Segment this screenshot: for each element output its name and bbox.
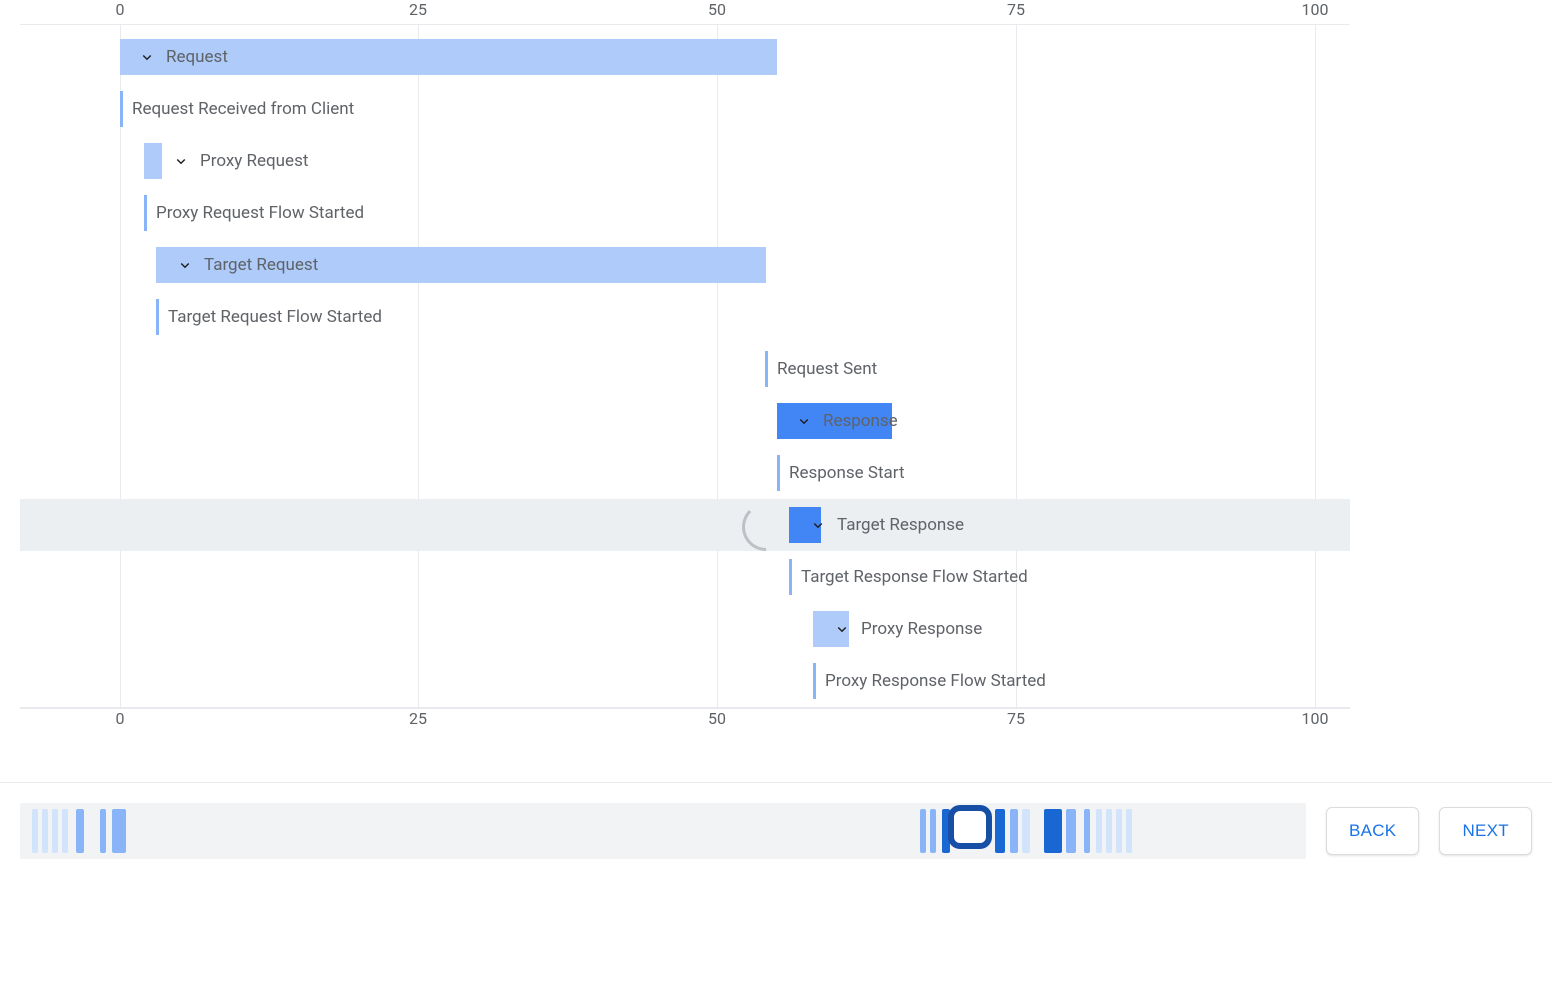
row-label: Proxy Request Flow Started [156, 203, 364, 223]
row-label: Response [823, 411, 898, 431]
row-label: Target Response Flow Started [801, 567, 1028, 587]
chevron-down-icon [795, 412, 813, 430]
row-label: Proxy Response [861, 619, 982, 639]
row-label: Proxy Request [200, 151, 308, 171]
row-request-sent[interactable]: Request Sent [20, 343, 1350, 395]
chevron-down-icon [176, 256, 194, 274]
chevron-down-icon [172, 152, 190, 170]
axis-tick: 25 [409, 0, 427, 19]
axis-tick: 0 [116, 0, 125, 19]
row-target-response-flow[interactable]: Target Response Flow Started [20, 551, 1350, 603]
row-label: Proxy Response Flow Started [825, 671, 1046, 691]
row-label: Request [166, 47, 228, 67]
axis-tick: 75 [1007, 709, 1025, 728]
row-label: Response Start [789, 463, 905, 483]
row-proxy-response[interactable]: Proxy Response [20, 603, 1350, 655]
row-target-response[interactable]: Target Response [20, 499, 1350, 551]
trace-timeline: 0 25 50 75 100 Request Reques [20, 0, 1350, 732]
axis-tick: 50 [708, 0, 726, 19]
row-proxy-response-flow[interactable]: Proxy Response Flow Started [20, 655, 1350, 707]
axis-top: 0 25 50 75 100 [20, 0, 1350, 24]
minimap-scrubber[interactable] [948, 805, 992, 849]
axis-tick: 50 [708, 709, 726, 728]
footer-toolbar: BACK NEXT [0, 782, 1552, 899]
row-response-start[interactable]: Response Start [20, 447, 1350, 499]
row-target-request[interactable]: Target Request [20, 239, 1350, 291]
row-request[interactable]: Request [20, 31, 1350, 83]
axis-tick: 100 [1302, 0, 1329, 19]
chevron-down-icon [809, 516, 827, 534]
row-proxy-request-flow[interactable]: Proxy Request Flow Started [20, 187, 1350, 239]
row-proxy-request[interactable]: Proxy Request [20, 135, 1350, 187]
next-button[interactable]: NEXT [1439, 807, 1532, 855]
axis-tick: 75 [1007, 0, 1025, 19]
axis-tick: 25 [409, 709, 427, 728]
row-label: Target Request Flow Started [168, 307, 382, 327]
row-label: Target Request [204, 255, 318, 275]
row-request-received[interactable]: Request Received from Client [20, 83, 1350, 135]
axis-tick: 100 [1302, 709, 1329, 728]
row-label: Request Sent [777, 359, 877, 379]
row-label: Target Response [837, 515, 964, 535]
axis-bottom: 0 25 50 75 100 [20, 708, 1350, 732]
row-label: Request Received from Client [132, 99, 354, 119]
row-target-request-flow[interactable]: Target Request Flow Started [20, 291, 1350, 343]
chevron-down-icon [138, 48, 156, 66]
back-button[interactable]: BACK [1326, 807, 1420, 855]
minimap[interactable] [20, 803, 1306, 859]
chevron-down-icon [833, 620, 851, 638]
axis-tick: 0 [116, 709, 125, 728]
bracket-cursor-icon [742, 503, 766, 551]
row-response[interactable]: Response [20, 395, 1350, 447]
timeline-rows: Request Request Received from Client Pro… [20, 24, 1350, 708]
